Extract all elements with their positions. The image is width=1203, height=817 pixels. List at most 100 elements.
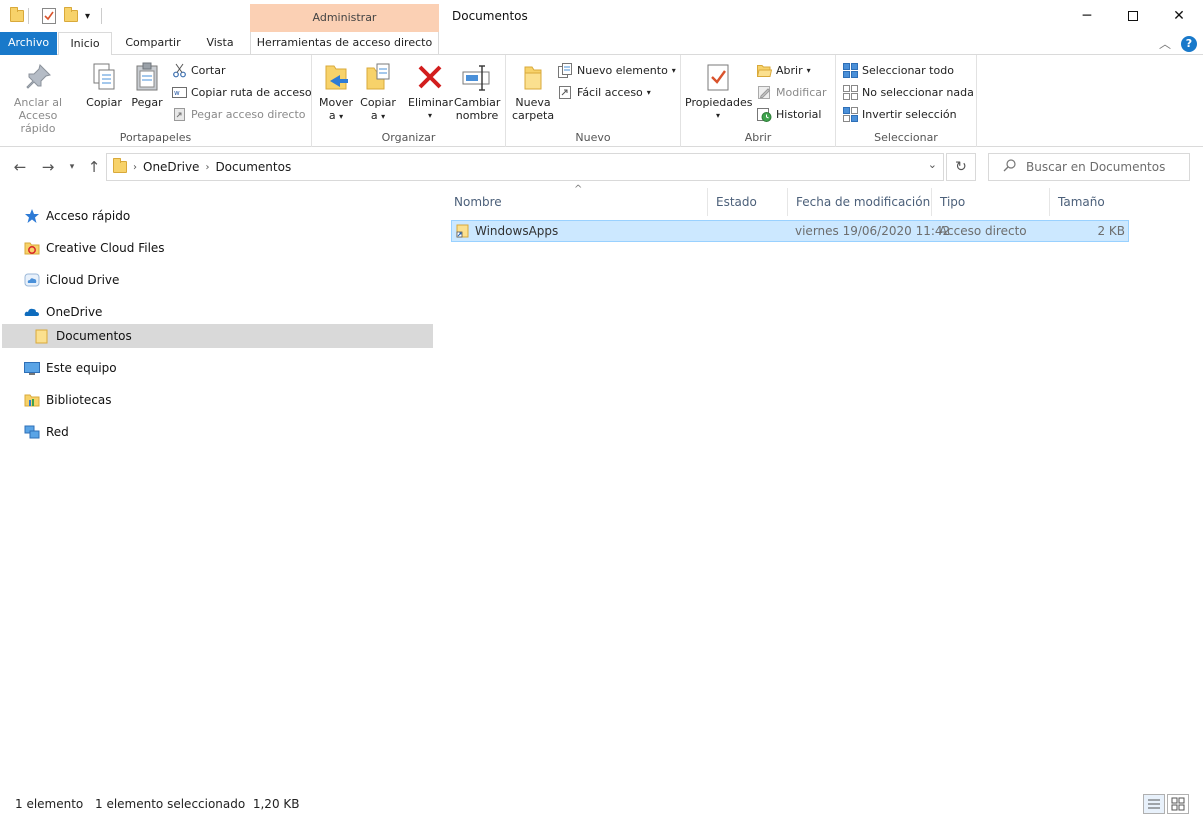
column-header-tamano[interactable]: Tamaño (1050, 188, 1130, 216)
move-label-2: a (328, 109, 336, 122)
address-bar[interactable]: › OneDrive › Documentos ⌄ (106, 153, 944, 181)
paste-label: Pegar (131, 96, 163, 109)
up-button[interactable]: ↑ (84, 156, 104, 178)
pin-icon (22, 61, 54, 93)
new-folder-quick-icon[interactable] (64, 7, 78, 25)
copy-to-label-1: Copiar (360, 96, 396, 109)
maximize-icon (1128, 10, 1138, 21)
open-button[interactable]: Abrir ▾ (756, 60, 811, 80)
move-to-button[interactable]: Mover a ▾ (316, 61, 356, 123)
paste-shortcut-button[interactable]: Pegar acceso directo (172, 104, 306, 124)
ribbon-tabs: Archivo Inicio Compartir Vista Herramien… (0, 32, 1203, 56)
address-dropdown-icon[interactable]: ⌄ (928, 158, 937, 171)
breadcrumb-documentos[interactable]: Documentos (215, 160, 291, 174)
nav-item-creative-cloud[interactable]: Creative Cloud Files (2, 236, 433, 260)
properties-label: Propiedades (685, 96, 753, 109)
chevron-right-icon: › (133, 161, 137, 173)
new-folder-label-2: carpeta (512, 109, 555, 122)
column-header-fecha[interactable]: Fecha de modificación (788, 188, 932, 216)
refresh-button[interactable]: ↻ (946, 153, 976, 181)
copy-to-button[interactable]: Copiar a ▾ (358, 61, 398, 123)
folder-icon (34, 328, 50, 344)
select-all-button[interactable]: Seleccionar todo (843, 60, 954, 80)
tab-compartir[interactable]: Compartir (117, 32, 189, 55)
tab-archivo[interactable]: Archivo (0, 32, 57, 55)
tab-inicio[interactable]: Inicio (58, 32, 112, 56)
rename-icon (461, 61, 493, 93)
invert-selection-label: Invertir selección (862, 107, 957, 121)
nav-item-onedrive[interactable]: OneDrive (2, 300, 433, 324)
tab-vista[interactable]: Vista (196, 32, 244, 55)
new-item-button[interactable]: Nuevo elemento ▾ (558, 60, 676, 80)
customize-quick-access-icon[interactable]: ▾ (85, 7, 90, 25)
column-header-tipo[interactable]: Tipo (932, 188, 1050, 216)
details-view-button[interactable] (1143, 794, 1165, 814)
search-box[interactable]: Buscar en Documentos (988, 153, 1190, 181)
cut-button[interactable]: Cortar (172, 60, 226, 80)
nav-item-este-equipo[interactable]: Este equipo (2, 356, 433, 380)
pin-quick-access-button[interactable]: Anclar al Acceso rápido (6, 61, 70, 135)
edit-button[interactable]: Modificar (757, 82, 827, 102)
status-bar: 1 elemento 1 elemento seleccionado 1,20 … (0, 794, 1203, 816)
paste-button[interactable]: Pegar (128, 61, 166, 109)
select-none-button[interactable]: No seleccionar nada (843, 82, 974, 102)
rename-button[interactable]: Cambiar nombre (454, 61, 500, 122)
back-button[interactable]: ← (10, 156, 30, 178)
nav-item-red[interactable]: Red (2, 420, 433, 444)
refresh-icon: ↻ (955, 159, 967, 175)
invert-selection-button[interactable]: Invertir selección (843, 104, 957, 124)
delete-label: Eliminar (408, 96, 454, 109)
easy-access-button[interactable]: Fácil acceso ▾ (558, 82, 651, 102)
select-all-icon (843, 62, 858, 78)
copy-button[interactable]: Copiar (84, 61, 124, 109)
history-button[interactable]: Historial (757, 104, 821, 124)
minimize-button[interactable]: ─ (1064, 0, 1110, 31)
nav-item-label: Documentos (56, 329, 132, 343)
nav-item-acceso-rapido[interactable]: Acceso rápido (2, 204, 433, 228)
file-row[interactable]: WindowsApps viernes 19/06/2020 11:42 Acc… (451, 220, 1129, 242)
chevron-down-icon: ▾ (381, 112, 386, 121)
copy-icon (88, 61, 120, 93)
divider (28, 8, 29, 24)
group-seleccionar: Seleccionar todo No seleccionar nada Inv… (836, 55, 977, 147)
nav-item-documentos[interactable]: Documentos (2, 324, 433, 348)
copy-path-icon: w (172, 85, 187, 100)
copy-path-button[interactable]: w Copiar ruta de acceso (172, 82, 312, 102)
move-to-icon (320, 61, 352, 93)
details-view-icon (1148, 799, 1160, 809)
item-count: 1 elemento (15, 797, 84, 811)
nav-item-icloud[interactable]: iCloud Drive (2, 268, 433, 292)
properties-quick-icon[interactable] (42, 7, 56, 25)
file-modified: viernes 19/06/2020 11:42 (795, 224, 951, 238)
group-label-nuevo: Nuevo (575, 131, 611, 144)
breadcrumb-onedrive[interactable]: OneDrive (143, 160, 199, 174)
maximize-button[interactable] (1110, 0, 1156, 31)
delete-button[interactable]: Eliminar ▾ (408, 61, 454, 122)
copy-label: Copiar (86, 96, 122, 109)
pin-label-1: Anclar al (13, 96, 63, 109)
properties-icon (702, 61, 734, 93)
properties-button[interactable]: Propiedades ▾ (685, 61, 753, 122)
new-folder-button[interactable]: Nueva carpeta (512, 61, 554, 122)
address-row: ← → ▾ ↑ › OneDrive › Documentos ⌄ ↻ Busc… (0, 148, 1203, 186)
folder-icon (113, 158, 127, 176)
column-header-nombre[interactable]: Nombre (446, 188, 708, 216)
tab-herramientas-acceso-directo[interactable]: Herramientas de acceso directo (250, 32, 439, 55)
large-icons-view-icon (1171, 797, 1185, 811)
forward-button[interactable]: → (38, 156, 58, 178)
paste-shortcut-label: Pegar acceso directo (191, 107, 306, 121)
help-icon[interactable]: ? (1181, 35, 1197, 52)
easy-access-label: Fácil acceso (577, 85, 643, 99)
open-label: Abrir (776, 63, 803, 77)
column-header-estado[interactable]: Estado (708, 188, 788, 216)
ribbon: Anclar al Acceso rápido Copiar Pegar Cor… (0, 55, 1203, 147)
nav-item-bibliotecas[interactable]: Bibliotecas (2, 388, 433, 412)
close-button[interactable]: ✕ (1156, 0, 1202, 31)
recent-locations-button[interactable]: ▾ (62, 156, 82, 178)
large-icons-view-button[interactable] (1167, 794, 1189, 814)
new-item-icon (558, 62, 573, 78)
new-folder-label-1: Nueva (515, 96, 551, 109)
file-size: 2 KB (1097, 224, 1125, 238)
collapse-ribbon-icon[interactable]: ︿ (1159, 35, 1171, 52)
nav-item-label: Acceso rápido (46, 209, 131, 223)
